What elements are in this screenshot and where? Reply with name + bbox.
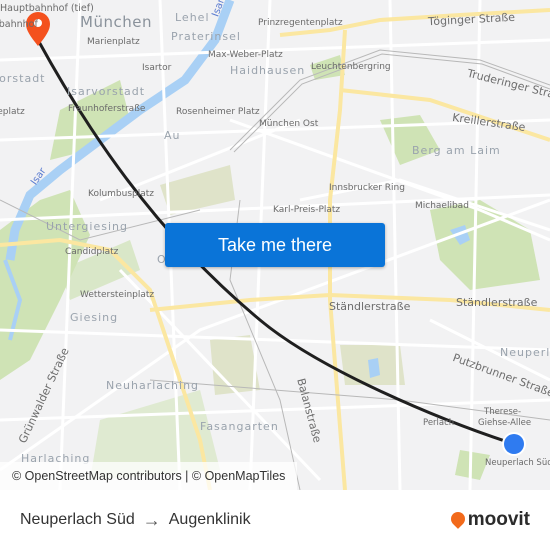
- attribution-text[interactable]: © OpenStreetMap contributors | © OpenMap…: [12, 469, 285, 483]
- map-label: München: [80, 13, 152, 31]
- map-label: München Ost: [259, 119, 319, 129]
- map-label: Berg am Laim: [412, 144, 501, 157]
- map-label: Au: [164, 129, 181, 142]
- destination-label: Augenklinik: [168, 511, 251, 528]
- map-label: Therese-: [484, 407, 522, 417]
- map-label: Isarvorstadt: [67, 85, 146, 98]
- map-label: Fasangarten: [200, 420, 279, 433]
- origin-dot-icon[interactable]: [502, 432, 526, 456]
- map-label: Lehel: [175, 11, 210, 24]
- map-label: Isartor: [142, 63, 172, 73]
- map-label: Kolumbusplatz: [88, 189, 155, 199]
- map-label: Fraunhoferstraße: [68, 104, 146, 114]
- map-label: Wettersteinplatz: [80, 290, 155, 300]
- origin-label: Neuperlach Süd: [20, 511, 135, 528]
- map-label: Leuchtenbergring: [311, 62, 391, 72]
- map-label: Ständlerstraße: [329, 300, 411, 313]
- arrow-right-icon: →: [142, 509, 161, 530]
- map-label: Candidplatz: [65, 247, 119, 257]
- map-attribution[interactable]: © OpenStreetMap contributors | © OpenMap…: [0, 462, 298, 490]
- map-label: Ständlerstraße: [456, 296, 538, 309]
- route-summary: Neuperlach Süd → Augenklinik: [20, 490, 251, 550]
- map-label: Ludwigsvorstadt: [0, 72, 46, 85]
- map-label: Rosenheimer Platz: [176, 107, 260, 117]
- map-label: Giesing: [70, 311, 119, 324]
- moovit-logo[interactable]: moovit: [447, 490, 530, 550]
- map-label: Karl-Preis-Platz: [273, 205, 341, 215]
- map-label: Giehse-Allee: [478, 418, 532, 428]
- map-label: Max-Weber-Platz: [208, 50, 283, 60]
- footer-bar: Neuperlach Süd → Augenklinik moovit: [0, 490, 550, 550]
- map-label: Untergiesing: [46, 220, 128, 233]
- brand-name: moovit: [467, 509, 530, 530]
- map-label: Neuperlach: [500, 346, 550, 359]
- map-label: Praterinsel: [171, 30, 241, 43]
- map-label: Goetheplatz: [0, 107, 25, 117]
- map-label: Prinzregentenplatz: [258, 18, 343, 28]
- map-label: Marienplatz: [87, 37, 140, 47]
- map-label: Perlach: [423, 418, 455, 428]
- map[interactable]: Hauptbahnhof (tief) Hauptbahnhof München…: [0, 0, 550, 490]
- moovit-pin-icon: [447, 509, 468, 529]
- map-label: Hauptbahnhof: [0, 19, 38, 30]
- take-me-there-button[interactable]: Take me there: [165, 223, 385, 267]
- map-label: Neuperlach Süd: [485, 458, 550, 468]
- map-label: Innsbrucker Ring: [329, 183, 405, 193]
- map-label: Michaelibad: [415, 201, 469, 211]
- map-label: Neuharlaching: [106, 379, 200, 392]
- map-label: Haidhausen: [230, 64, 306, 77]
